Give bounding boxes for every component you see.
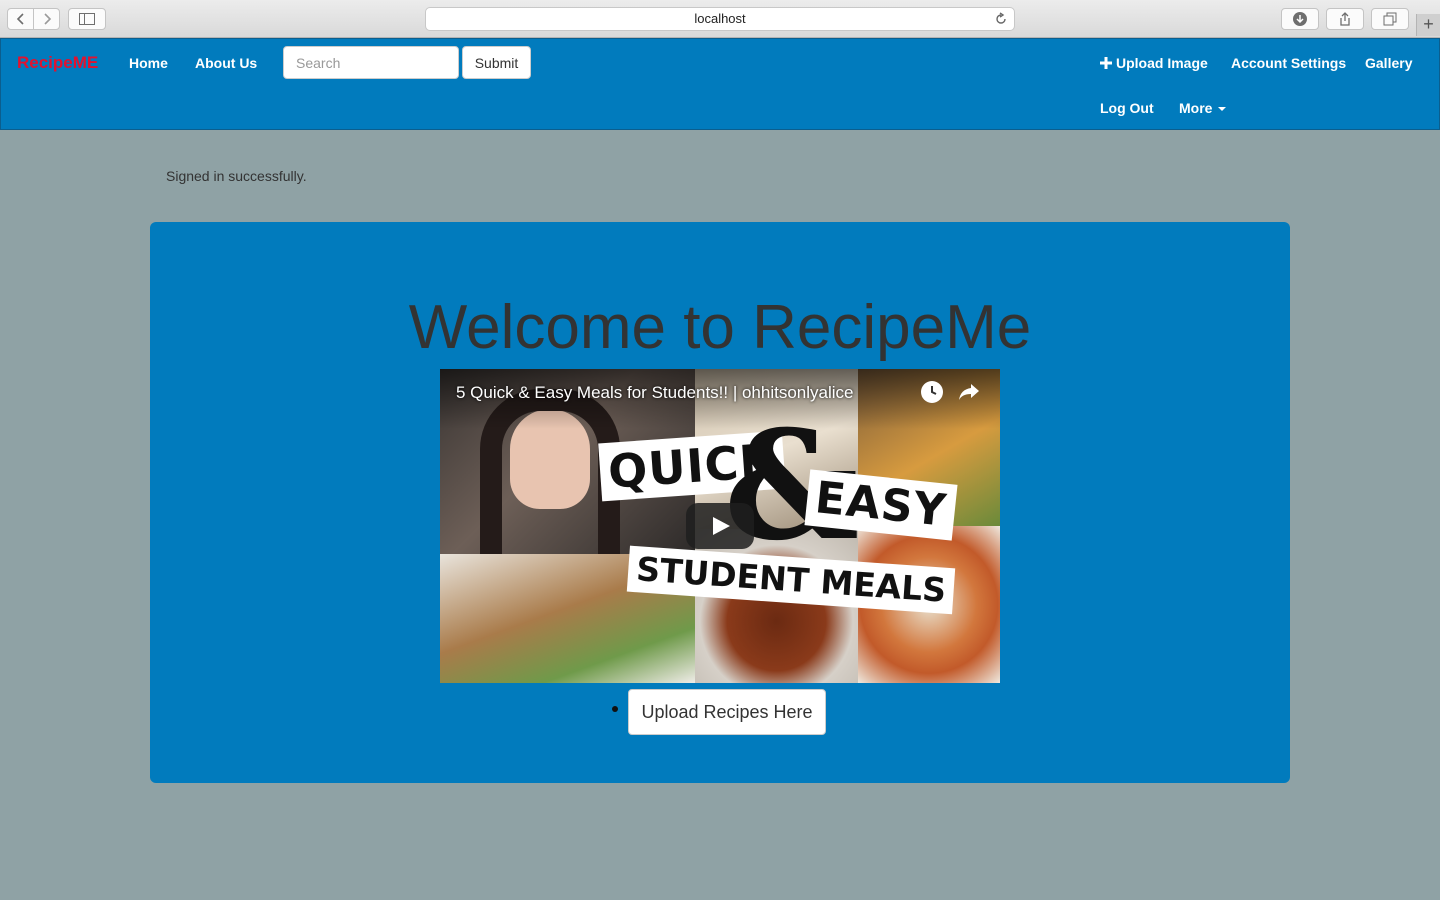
nav-log-out[interactable]: Log Out: [1100, 100, 1154, 116]
flash-notice: Signed in successfully.: [166, 168, 307, 184]
chevron-right-icon: [43, 13, 51, 25]
plus-icon: [1100, 57, 1112, 69]
nav-upload-image-label: Upload Image: [1116, 55, 1208, 71]
nav-account-settings[interactable]: Account Settings: [1231, 55, 1346, 71]
upload-recipes-button[interactable]: Upload Recipes Here: [628, 689, 826, 735]
tab-overview-button[interactable]: [1371, 8, 1409, 30]
share-arrow-icon[interactable]: [958, 383, 980, 401]
video-embed[interactable]: 5 Quick & Easy Meals for Students!! | oh…: [440, 369, 1000, 683]
jumbotron: Welcome to RecipeMe 5 Quick & Easy Meals…: [150, 222, 1290, 783]
search-input[interactable]: [283, 46, 459, 79]
nav-home[interactable]: Home: [129, 55, 168, 71]
browser-toolbar: localhost +: [0, 0, 1440, 38]
chevron-left-icon: [16, 13, 24, 25]
reload-icon[interactable]: [994, 12, 1008, 26]
download-icon: [1293, 12, 1307, 26]
watch-later-icon[interactable]: [921, 381, 943, 403]
list-bullet: [612, 706, 618, 712]
page-title: Welcome to RecipeMe: [408, 293, 1032, 362]
address-bar[interactable]: localhost: [425, 7, 1015, 31]
url-text: localhost: [694, 11, 746, 26]
nav-upload-image[interactable]: Upload Image: [1100, 55, 1208, 71]
nav-about-us[interactable]: About Us: [195, 55, 257, 71]
forward-button[interactable]: [33, 8, 60, 30]
nav-gallery[interactable]: Gallery: [1365, 55, 1412, 71]
navbar: RecipeME Home About Us Submit Upload Ima…: [0, 38, 1440, 130]
play-button[interactable]: [686, 503, 754, 549]
caret-down-icon: [1218, 107, 1227, 112]
brand-logo[interactable]: RecipeME: [17, 53, 98, 73]
submit-button[interactable]: Submit: [462, 46, 531, 79]
nav-more-label: More: [1179, 100, 1213, 116]
tabs-icon: [1383, 12, 1397, 26]
sidebar-toggle-button[interactable]: [68, 8, 106, 30]
back-button[interactable]: [7, 8, 34, 30]
sidebar-icon: [79, 13, 95, 25]
share-icon: [1340, 12, 1350, 26]
nav-more-dropdown[interactable]: More: [1179, 100, 1227, 116]
new-tab-button[interactable]: +: [1416, 14, 1440, 36]
share-button[interactable]: [1326, 8, 1364, 30]
downloads-button[interactable]: [1281, 8, 1319, 30]
